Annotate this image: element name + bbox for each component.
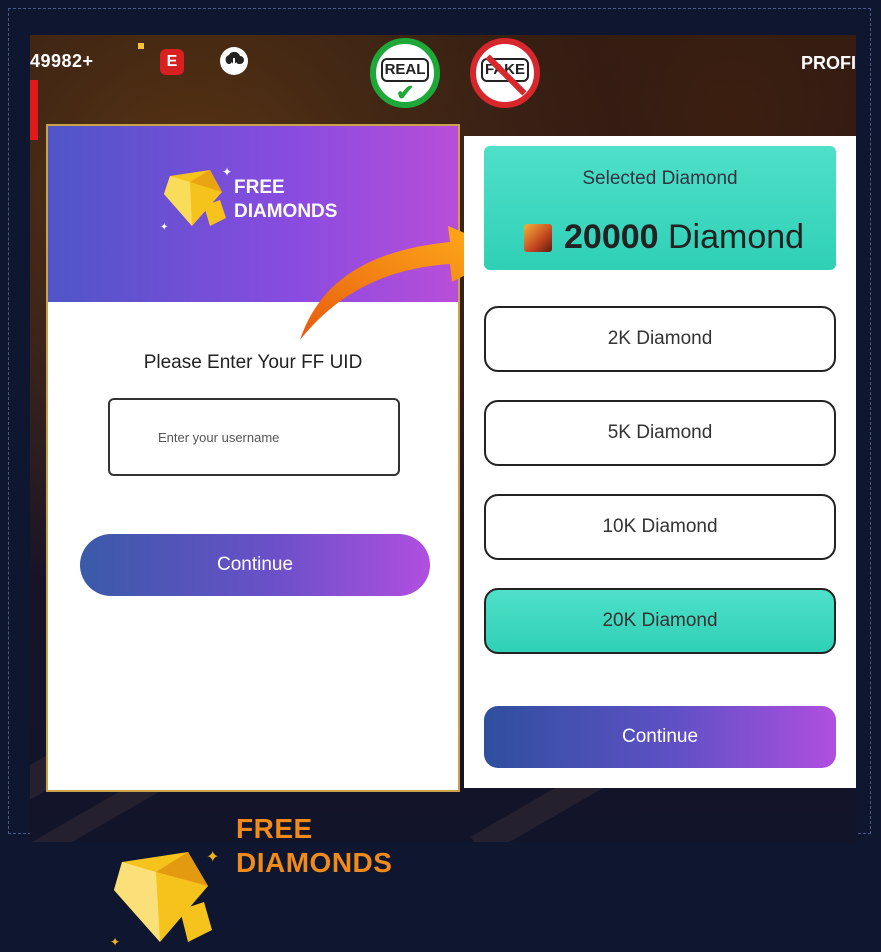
fake-stamp: FAKE (470, 38, 540, 108)
free-diamonds-logo-large: FREE DIAMONDS (236, 812, 392, 880)
option-20k-diamond[interactable]: 20K Diamond (484, 588, 836, 654)
selected-amount: 20000 (564, 218, 659, 256)
checkmark-icon: ✔ (396, 80, 415, 105)
selected-diamond-title: Selected Diamond (582, 168, 738, 189)
uid-prompt: Please Enter Your FF UID (143, 352, 363, 373)
svg-text:✦: ✦ (206, 847, 219, 866)
cloud-download-icon[interactable] (220, 47, 248, 75)
game-thumbnail-icon (524, 224, 552, 252)
real-stamp: REAL ✔ (370, 38, 440, 108)
counter-sparkle-icon (138, 43, 144, 49)
option-5k-diamond[interactable]: 5K Diamond (484, 400, 836, 466)
svg-text:✦: ✦ (160, 222, 168, 233)
left-card-body: Please Enter Your FF UID Continue ✦ ✦ FR… (48, 302, 458, 949)
logo-large-line-1: FREE (236, 813, 313, 844)
diamond-selection-card: Selected Diamond 20000 Diamond 2K Diamon… (464, 136, 856, 788)
game-topbar: 49982+ E REAL ✔ FAKE PROFI (30, 35, 856, 108)
e-badge-icon[interactable]: E (160, 49, 184, 75)
selected-diamond-panel: Selected Diamond 20000 Diamond (484, 146, 836, 270)
username-input[interactable] (108, 398, 400, 476)
real-stamp-label: REAL (381, 58, 429, 82)
diamond-logo-large-icon: ✦ ✦ (110, 847, 219, 949)
option-2k-diamond[interactable]: 2K Diamond (484, 306, 836, 372)
continue-button-left[interactable]: Continue (80, 534, 430, 596)
logo-large-line-2: DIAMONDS (236, 847, 393, 878)
svg-text:✦: ✦ (222, 165, 232, 179)
diamond-logo-icon: ✦ ✦ (160, 165, 232, 233)
continue-button-right[interactable]: Continue (484, 706, 836, 768)
selected-unit: Diamond (668, 218, 805, 256)
svg-text:✦: ✦ (110, 935, 120, 949)
option-10k-diamond[interactable]: 10K Diamond (484, 494, 836, 560)
diamond-counter: 49982+ (30, 51, 94, 71)
profile-label[interactable]: PROFI (801, 53, 856, 74)
